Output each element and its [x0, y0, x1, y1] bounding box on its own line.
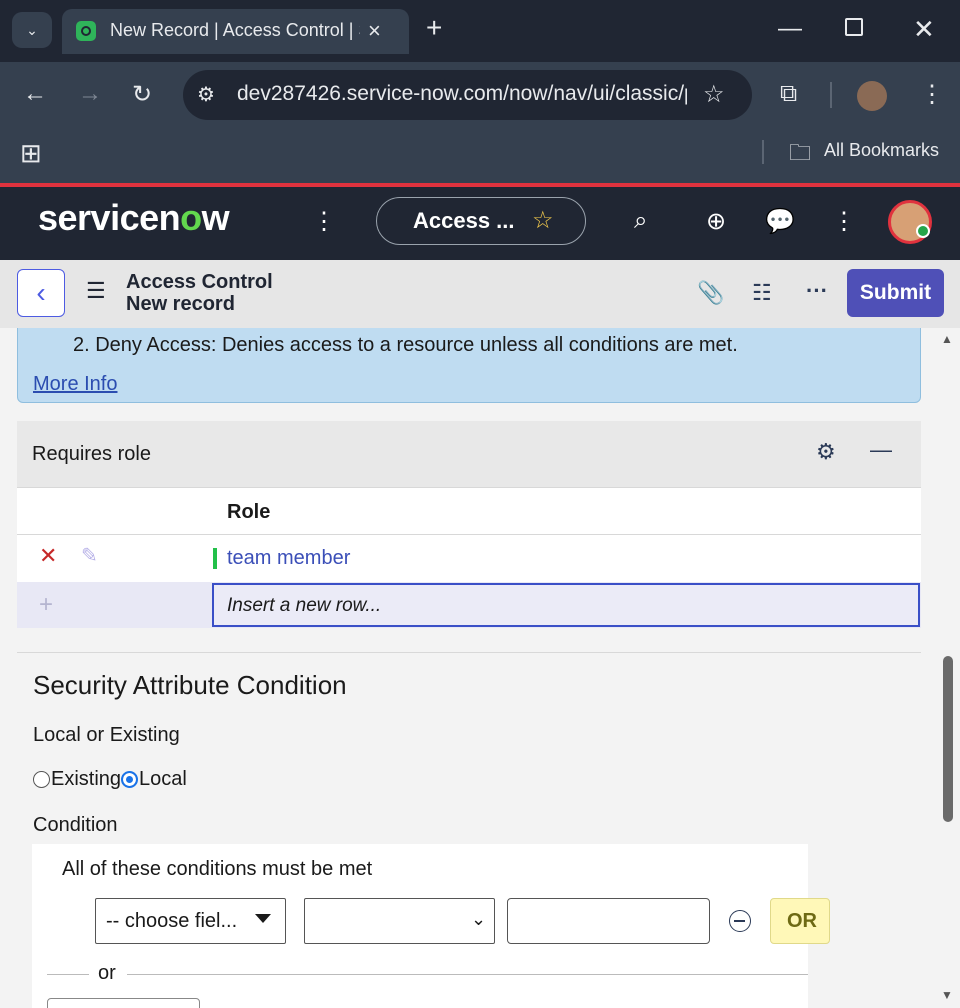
forward-arrow-icon[interactable]: → — [78, 80, 102, 108]
header-more-icon[interactable]: ⋮ — [832, 207, 856, 236]
reload-icon[interactable]: ↻ — [132, 80, 152, 109]
new-value-indicator — [213, 548, 217, 569]
tab-title: New Record | Access Control | ServiceNow — [110, 20, 360, 40]
related-list-title: Requires role — [32, 443, 151, 465]
favorite-star-icon[interactable]: ☆ — [532, 206, 554, 235]
apps-grid-icon[interactable]: ⊞ — [20, 138, 42, 169]
section-divider — [17, 652, 921, 653]
context-pill-label: Access ... — [413, 208, 515, 233]
local-or-existing-label: Local or Existing — [33, 724, 180, 746]
or-line-left — [47, 974, 89, 975]
scroll-down-arrow-icon[interactable]: ▼ — [941, 988, 953, 1002]
more-info-link[interactable]: More Info — [33, 373, 117, 396]
record-title-line2: New record — [126, 293, 235, 315]
dropdown-caret-icon — [255, 914, 271, 923]
attachment-icon[interactable]: 📎 — [697, 280, 724, 306]
servicenow-header: servicenow ⋮ Access ... ☆ ⌕ ⊕ 💬 ⋮ — [0, 187, 960, 260]
chevron-left-icon: ‹ — [36, 277, 46, 308]
local-radio-label[interactable]: Local — [139, 768, 187, 791]
browser-menu-icon[interactable]: ⋮ — [920, 80, 944, 109]
add-row-plus-icon: + — [39, 591, 54, 618]
browser-tab-strip: ⌄ New Record | Access Control | ServiceN… — [0, 0, 960, 62]
toolbar-divider — [830, 82, 832, 108]
form-content: 2. Deny Access: Denies access to a resou… — [0, 328, 938, 1008]
search-icon[interactable]: ⌕ — [634, 207, 647, 235]
site-info-icon[interactable]: ⚙ — [197, 82, 215, 107]
more-menu-icon[interactable]: ⋮ — [312, 207, 336, 236]
servicenow-favicon-icon — [76, 21, 96, 41]
local-existing-radio-group: Existing Local — [33, 768, 187, 791]
table-row: ✕ ✎ team member — [17, 535, 921, 582]
existing-radio[interactable] — [33, 771, 50, 788]
remove-condition-icon[interactable] — [729, 910, 751, 932]
insert-row: + Insert a new row... — [17, 582, 921, 628]
back-button[interactable]: ‹ — [17, 269, 65, 317]
scroll-up-arrow-icon[interactable]: ▲ — [941, 332, 953, 346]
chevron-down-icon: ⌄ — [471, 909, 487, 929]
globe-icon[interactable]: ⊕ — [706, 207, 726, 236]
section-title: Security Attribute Condition — [33, 670, 347, 700]
bookmark-star-icon[interactable]: ☆ — [703, 80, 725, 109]
info-text: 2. Deny Access: Denies access to a resou… — [73, 334, 738, 356]
local-radio[interactable] — [121, 771, 139, 788]
maximize-icon[interactable] — [845, 18, 863, 36]
window-close-icon[interactable]: ✕ — [913, 14, 935, 44]
collapse-icon[interactable]: — — [870, 437, 892, 463]
folder-icon: 🗀 — [789, 140, 812, 165]
profile-avatar[interactable] — [857, 81, 887, 111]
minimize-icon[interactable]: — — [778, 14, 802, 44]
gear-icon[interactable]: ⚙ — [816, 439, 836, 465]
operator-select[interactable]: ⌄ — [304, 898, 495, 944]
back-arrow-icon[interactable]: ← — [23, 80, 47, 108]
condition-builder: All of these conditions must be met -- c… — [32, 844, 830, 1008]
servicenow-logo[interactable]: servicenow — [38, 197, 230, 239]
role-column-header[interactable]: Role — [227, 501, 270, 524]
page-scrollbar[interactable]: ▲ ▼ — [938, 328, 958, 1008]
context-pill[interactable]: Access ... ☆ — [376, 197, 586, 245]
info-message: 2. Deny Access: Denies access to a resou… — [17, 328, 921, 403]
address-bar[interactable]: ⚙ dev287426.service-now.com/now/nav/ui/c… — [183, 70, 752, 120]
role-value-link[interactable]: team member — [227, 547, 350, 570]
tab-close-icon[interactable]: × — [368, 18, 381, 44]
condition-label: Condition — [33, 814, 118, 836]
insert-new-row-input[interactable]: Insert a new row... — [212, 583, 920, 627]
bookmarks-divider — [762, 140, 764, 164]
scrollbar-thumb[interactable] — [943, 656, 953, 822]
presence-indicator — [916, 224, 930, 238]
condition-group-label: All of these conditions must be met — [62, 858, 373, 880]
all-bookmarks-link[interactable]: All Bookmarks — [824, 140, 939, 161]
or-separator: or — [47, 962, 808, 990]
new-tab-button[interactable]: + — [426, 14, 442, 42]
choose-field-value: -- choose fiel... — [106, 910, 238, 932]
extensions-icon[interactable]: ⧉ — [780, 80, 797, 108]
form-header: ‹ ☰ Access Control New record 📎 ☷ ··· Su… — [0, 260, 960, 328]
edit-pencil-icon[interactable]: ✎ — [81, 543, 98, 568]
choose-field-select[interactable]: -- choose fiel... — [95, 898, 286, 944]
bookmarks-bar: ⊞ 🗀 All Bookmarks — [0, 130, 960, 183]
new-criteria-button[interactable] — [47, 998, 200, 1008]
condition-value-input[interactable] — [507, 898, 710, 944]
browser-tab-active[interactable]: New Record | Access Control | ServiceNow… — [62, 9, 409, 54]
existing-radio-label[interactable]: Existing — [51, 768, 121, 791]
browser-toolbar: ← → ↻ ⚙ dev287426.service-now.com/now/na… — [0, 62, 960, 130]
tab-search-button[interactable]: ⌄ — [12, 12, 52, 48]
or-button[interactable]: OR — [770, 898, 830, 944]
record-title: Access Control New record — [126, 271, 273, 315]
or-text: or — [98, 962, 116, 984]
chat-icon[interactable]: 💬 — [765, 207, 795, 236]
personalize-sliders-icon[interactable]: ☷ — [752, 280, 772, 306]
url-text: dev287426.service-now.com/now/nav/ui/cla… — [237, 82, 687, 105]
more-actions-icon[interactable]: ··· — [806, 278, 828, 304]
related-list-columns: Role — [17, 487, 921, 535]
chevron-down-icon: ⌄ — [26, 21, 38, 38]
submit-button[interactable]: Submit — [847, 269, 944, 317]
record-title-line1: Access Control — [126, 271, 273, 293]
related-list-header: Requires role ⚙ — — [17, 421, 921, 487]
or-line-right — [127, 974, 808, 975]
hamburger-menu-icon[interactable]: ☰ — [86, 278, 106, 304]
delete-row-icon[interactable]: ✕ — [39, 543, 57, 569]
